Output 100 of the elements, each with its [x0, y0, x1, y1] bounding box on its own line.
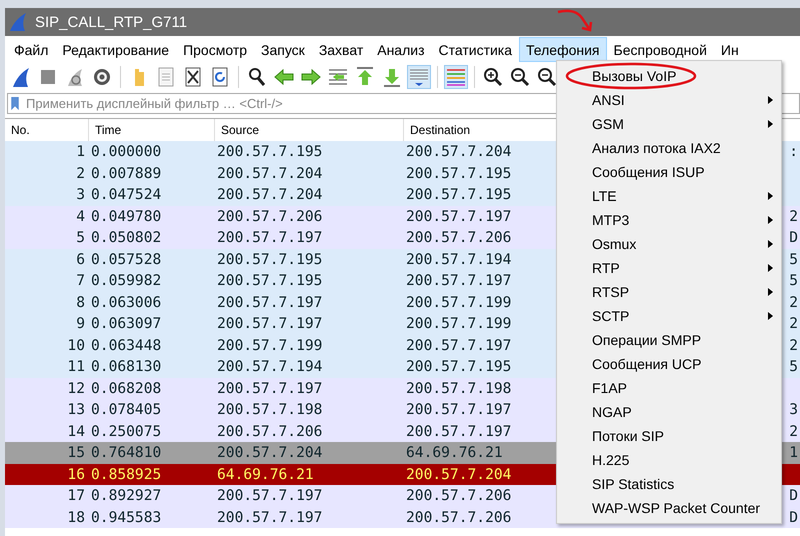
- menu-item[interactable]: Просмотр: [176, 37, 254, 62]
- table-cell-text: 2: [75, 164, 85, 182]
- menu-item[interactable]: Вызовы VoIP: [557, 64, 781, 88]
- table-cell-text: 200.57.7.195: [216, 250, 324, 268]
- table-cell-text: 0.047524: [90, 186, 162, 204]
- top-icon: [354, 66, 376, 88]
- table-cell-text: 0.068130: [90, 358, 162, 376]
- table-cell-text: 0.007889: [90, 164, 162, 182]
- menu-item-label: LTE: [592, 188, 617, 204]
- menu-item[interactable]: Статистика: [432, 37, 520, 62]
- table-cell-text: 2: [789, 315, 799, 332]
- table-cell-text: 0.063448: [90, 336, 162, 354]
- menu-item-label: Анализ потока IAX2: [592, 140, 721, 156]
- table-cell-text: 0.764810: [90, 444, 162, 462]
- zoomout-tool-button[interactable]: [508, 65, 532, 89]
- table-cell-text: 18: [66, 508, 85, 526]
- table-cell-text: 15: [66, 444, 85, 462]
- menu-item[interactable]: Запуск: [254, 37, 312, 62]
- table-cell-text: 200.57.7.206: [216, 422, 324, 440]
- menu-item-label: F1AP: [592, 380, 628, 396]
- table-cell-text: 6: [75, 250, 85, 268]
- table-cell-text: 10: [66, 336, 85, 354]
- table-cell-text: 200.57.7.197: [216, 229, 324, 246]
- table-cell-text: 7: [75, 272, 85, 290]
- menu-item[interactable]: Файл: [7, 37, 56, 62]
- fin-icon: [10, 66, 32, 88]
- zoomreset-tool-button[interactable]: [535, 65, 559, 89]
- zoomout-icon: [509, 66, 531, 88]
- zoomreset-icon: [536, 66, 558, 88]
- table-cell-text: 200.57.7.194: [405, 250, 512, 268]
- table-cell-text: 16: [66, 466, 85, 483]
- menu-item[interactable]: LTE: [557, 184, 781, 208]
- menu-item-label: MTP3: [592, 212, 630, 228]
- colorize-tool-button[interactable]: [444, 65, 468, 89]
- table-cell-text: 200.57.7.195: [216, 143, 324, 160]
- table-cell-text: 200.57.7.206: [405, 229, 512, 246]
- table-cell-text: 200.57.7.206: [216, 208, 324, 225]
- menu-item[interactable]: Ин: [714, 37, 746, 62]
- table-cell-text: :: [789, 143, 799, 160]
- table-cell-text: 0.078405: [90, 401, 162, 418]
- table-cell-text: 8: [75, 294, 85, 311]
- table-cell-text: 4: [75, 208, 85, 225]
- table-cell-text: 11: [66, 358, 85, 376]
- table-cell-text: 0.250075: [90, 422, 162, 440]
- table-cell-text: 200.57.7.195: [405, 186, 512, 204]
- table-cell-text: 200.57.7.199: [405, 294, 512, 311]
- table-cell-text: 0.063097: [90, 315, 162, 332]
- table-cell-text: 200.57.7.197: [405, 422, 512, 440]
- menu-item-label: Потоки SIP: [592, 428, 664, 444]
- table-cell-text: D: [789, 487, 799, 504]
- table-cell-text: 5: [75, 229, 85, 246]
- window-title: SIP_CALL_RTP_G711: [35, 14, 188, 30]
- table-cell-text: 0.858925: [90, 466, 162, 483]
- table-cell-text: 64.69.76.21: [216, 466, 315, 483]
- menu-item[interactable]: Анализ: [370, 37, 432, 62]
- menu-item[interactable]: Сообщения ISUP: [557, 160, 781, 184]
- table-cell-text: 200.57.7.194: [216, 358, 324, 376]
- table-cell-text: 200.57.7.204: [216, 444, 324, 462]
- autoscroll-tool-button[interactable]: [407, 65, 431, 89]
- menu-item[interactable]: Редактирование: [55, 37, 176, 62]
- zoomin-icon: [482, 66, 504, 88]
- table-cell-text: 200.57.7.204: [216, 186, 324, 204]
- table-cell-text: 3: [789, 401, 799, 418]
- table-cell-text: 200.57.7.206: [405, 508, 512, 526]
- table-cell-text: 200.57.7.197: [405, 208, 512, 225]
- menu-item-label: Операции SMPP: [592, 332, 702, 348]
- table-cell-text: 200.57.7.197: [405, 401, 512, 418]
- table-cell-text: 200.57.7.204: [216, 164, 324, 182]
- table-cell-text: 200.57.7.206: [405, 487, 512, 504]
- table-cell-text: 9: [75, 315, 85, 332]
- gear-icon: [91, 66, 113, 88]
- table-cell-text: D: [789, 508, 799, 526]
- table-cell-text: 1: [789, 444, 799, 462]
- table-cell-text: 200.57.7.197: [405, 272, 512, 290]
- table-cell-text: 200.57.7.204: [405, 143, 512, 160]
- menu-item-label: Сообщения ISUP: [592, 164, 705, 180]
- menu-item-label: GSM: [592, 116, 624, 132]
- table-cell-text: 14: [66, 422, 85, 440]
- table-cell-text: 5: [789, 358, 799, 376]
- bottom-icon: [381, 66, 403, 88]
- table-cell-text: 200.57.7.197: [405, 336, 512, 354]
- table-cell-text: 0.068208: [90, 380, 162, 397]
- table-cell-text: 0.000000: [90, 143, 162, 160]
- table-cell-text: 200.57.7.199: [405, 315, 512, 332]
- menu-item[interactable]: Захват: [312, 37, 370, 62]
- menu-item[interactable]: Телефония: [519, 37, 607, 62]
- zoomin-tool-button[interactable]: [481, 65, 505, 89]
- table-cell-text: 200.57.7.197: [216, 487, 324, 504]
- table-cell-text: 200.57.7.197: [216, 315, 324, 332]
- table-cell-text: 5: [789, 272, 799, 290]
- table-cell-text: 0.050802: [90, 229, 162, 246]
- table-cell-text: 0.049780: [90, 208, 162, 225]
- table-cell-text: 2: [789, 336, 799, 354]
- menu-item[interactable]: F1AP: [557, 376, 781, 400]
- table-cell-text: 200.57.7.197: [216, 508, 324, 526]
- table-cell-text: 200.57.7.199: [216, 336, 324, 354]
- menu-item-label: ANSI: [592, 92, 625, 108]
- table-cell-text: 0.892927: [90, 487, 162, 504]
- table-cell-text: 200.57.7.195: [405, 358, 512, 376]
- menu-item[interactable]: Беспроводной: [606, 37, 714, 62]
